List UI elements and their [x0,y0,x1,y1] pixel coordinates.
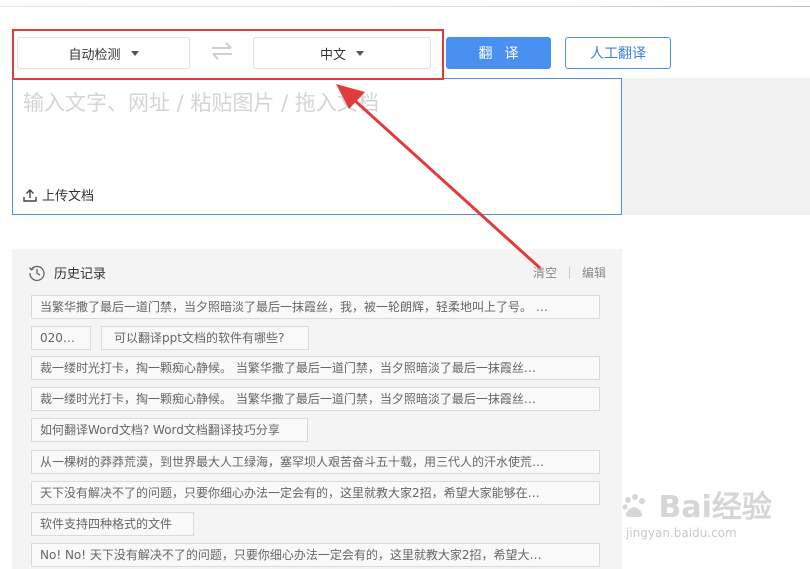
history-item[interactable]: 软件支持四种格式的文件 [31,512,194,536]
upload-document-button[interactable]: 上传文档 [23,185,94,204]
edit-history-button[interactable]: 编辑 [582,264,606,281]
swap-languages-icon[interactable] [209,39,235,63]
watermark-logo-text: Bai经验 [658,490,772,525]
source-text-input[interactable] [21,85,615,179]
upload-icon [23,188,37,202]
history-title: 历史记录 [54,267,107,282]
history-item[interactable]: 可以翻译ppt文档的软件有哪些? [101,326,309,350]
translate-button[interactable]: 翻译 [446,37,551,69]
baidu-jingyan-watermark: Bai经验 jingyan.baidu.com [620,482,810,562]
action-divider [568,266,570,279]
human-translate-button[interactable]: 人工翻译 [565,37,671,69]
source-language-select[interactable]: 自动检测 [17,37,190,69]
history-item[interactable]: 从一棵树的莽莽荒漠，到世界最大人工绿海，塞罕坝人艰苦奋斗五十载，用三代人的汗水使… [31,450,600,474]
history-actions: 清空 编辑 [533,264,606,281]
history-item[interactable]: 裁一缕时光打卡，掏一颗痴心静候。 当繁华撒了最后一道门禁，当夕照暗淡了最后一抹霞… [31,387,600,411]
history-item[interactable]: 当繁华撒了最后一道门禁，当夕照暗淡了最后一抹霞丝，我，被一轮朗辉，轻柔地叫上了号… [31,295,600,319]
history-item[interactable]: 天下没有解决不了的问题，只要你细心办法一定会有的，这里就教大家2招，希望大家能够… [31,481,600,505]
history-clock-icon [28,265,45,281]
watermark-logo: Bai经验 [620,482,772,526]
target-language-select[interactable]: 中文 [253,37,431,69]
source-text-area: 上传文档 [12,78,622,215]
chevron-down-icon [130,50,139,56]
clear-history-button[interactable]: 清空 [533,264,557,281]
history-header: 历史记录 [28,263,106,282]
target-language-label: 中文 [319,47,346,63]
history-item[interactable]: 裁一缕时光打卡，掏一颗痴心静候。 当繁华撒了最后一道门禁，当夕照暗淡了最后一抹霞… [31,356,600,380]
source-language-label: 自动检测 [68,47,121,63]
upload-label: 上传文档 [42,189,95,204]
history-item[interactable]: 020700 [31,326,91,350]
history-item[interactable]: 如何翻译Word文档? Word文档翻译技巧分享 [31,418,308,442]
top-divider [0,6,810,7]
history-item[interactable]: No! No! 天下没有解决不了的问题，只要你细心办法一定会有的，这里就教大家2… [31,543,600,567]
history-panel: 历史记录 清空 编辑 当繁华撒了最后一道门禁，当夕照暗淡了最后一抹霞丝，我，被一… [12,249,622,569]
watermark-url: jingyan.baidu.com [626,526,737,540]
output-panel [622,78,810,215]
paw-icon [622,494,645,517]
chevron-down-icon [356,50,364,56]
